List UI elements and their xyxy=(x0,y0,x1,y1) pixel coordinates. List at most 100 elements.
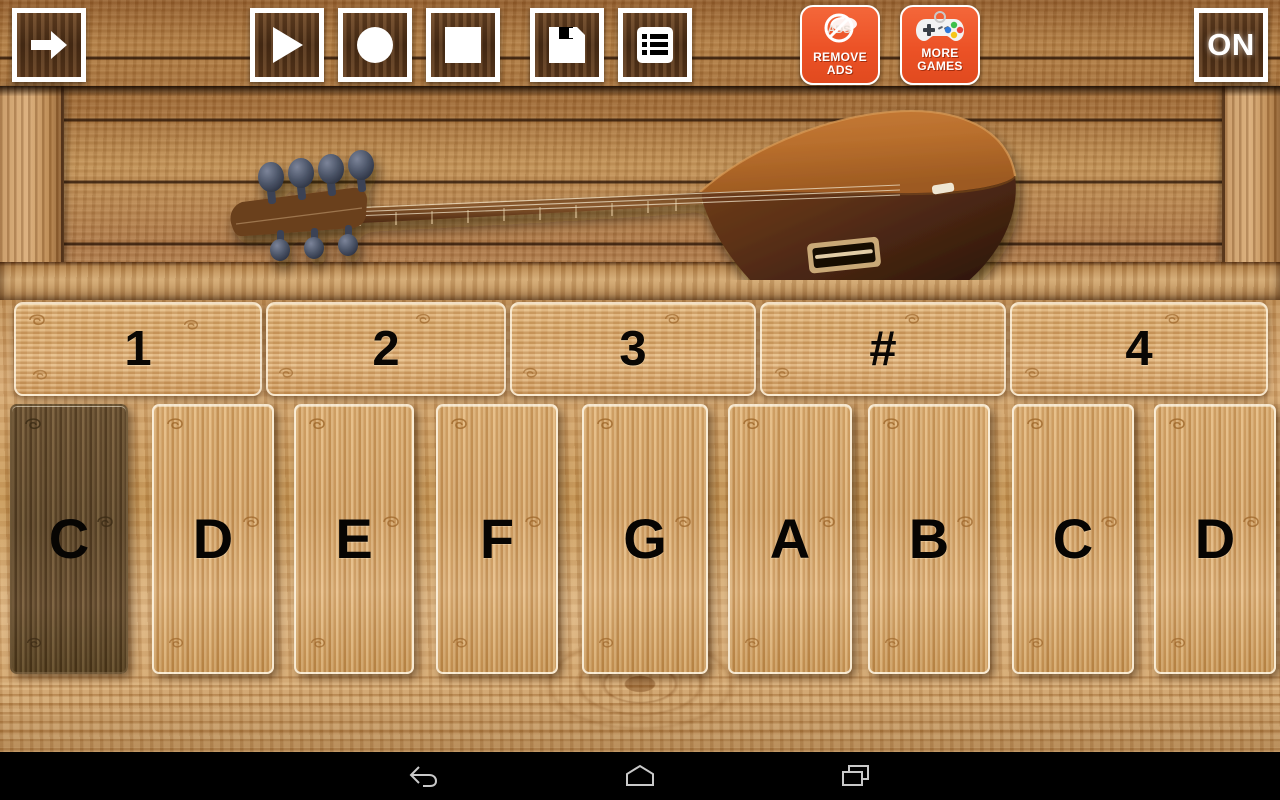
save-button[interactable] xyxy=(530,8,604,82)
remove-ads-button[interactable]: ADS REMOVE ADS xyxy=(800,5,880,85)
note-key-c-high-label: C xyxy=(1052,507,1094,570)
note-key-c-low-label: C xyxy=(48,507,90,570)
stop-button[interactable] xyxy=(426,8,500,82)
number-key-3-label: 3 xyxy=(619,321,647,376)
wood-knot-icon xyxy=(1028,637,1044,648)
nav-back-button[interactable] xyxy=(364,752,484,800)
wood-knot-icon xyxy=(168,637,184,648)
list-icon xyxy=(637,27,673,63)
wood-knot-icon xyxy=(774,367,790,378)
sound-toggle-button[interactable]: ON xyxy=(1194,8,1268,82)
number-key-2[interactable]: 2 xyxy=(266,302,506,396)
wood-knot-icon xyxy=(310,637,326,648)
wood-knot-icon xyxy=(598,637,614,648)
play-icon xyxy=(273,27,303,63)
wood-knot-icon xyxy=(1101,516,1117,528)
wood-knot-icon xyxy=(743,418,759,430)
wood-knot-icon xyxy=(819,516,835,528)
nav-home-button[interactable] xyxy=(580,752,700,800)
stop-icon xyxy=(445,27,481,63)
number-key-4[interactable]: 4 xyxy=(1010,302,1268,396)
note-key-e-label: E xyxy=(335,507,373,570)
recents-icon xyxy=(842,765,869,786)
wood-knot-icon xyxy=(309,418,325,430)
arrow-right-icon xyxy=(31,31,67,59)
list-button[interactable] xyxy=(618,8,692,82)
note-key-f[interactable]: F xyxy=(436,404,558,674)
wood-knot-icon xyxy=(883,418,899,430)
number-key-1-label: 1 xyxy=(124,321,152,376)
note-key-e[interactable]: E xyxy=(294,404,414,674)
note-key-c-low[interactable]: C xyxy=(10,404,128,674)
app-root: ADS REMOVE ADS xyxy=(0,0,1280,800)
wall-post-left xyxy=(0,86,64,266)
note-key-d-high[interactable]: D xyxy=(1154,404,1276,674)
note-key-d-low-label: D xyxy=(192,507,234,570)
wood-knot-icon xyxy=(525,516,541,528)
wood-knot-icon xyxy=(29,314,45,326)
wood-knot-icon xyxy=(675,516,691,528)
wood-knot-icon xyxy=(664,313,680,324)
number-key-sharp-label: # xyxy=(869,321,897,376)
wood-knot-icon xyxy=(97,516,113,528)
next-arrow-button[interactable] xyxy=(12,8,86,82)
note-key-b[interactable]: B xyxy=(868,404,990,674)
note-key-g[interactable]: G xyxy=(582,404,708,674)
toolbar: ADS REMOVE ADS xyxy=(0,0,1280,90)
number-key-sharp[interactable]: # xyxy=(760,302,1006,396)
more-games-line2: GAMES xyxy=(917,59,963,73)
wood-knot-icon xyxy=(452,637,468,648)
wood-knot-icon xyxy=(1024,367,1040,378)
sound-toggle-label: ON xyxy=(1207,27,1255,62)
android-navigation-bar xyxy=(0,752,1280,800)
number-key-2-label: 2 xyxy=(372,321,400,376)
more-games-button[interactable]: MORE GAMES xyxy=(900,5,980,85)
note-key-g-label: G xyxy=(623,507,667,570)
wood-knot-icon xyxy=(25,418,41,430)
number-key-3[interactable]: 3 xyxy=(510,302,756,396)
wood-knot-icon xyxy=(1243,516,1259,528)
wood-knot-icon xyxy=(183,319,199,330)
wood-knot-icon xyxy=(884,637,900,648)
note-key-c-high[interactable]: C xyxy=(1012,404,1134,674)
record-button[interactable] xyxy=(338,8,412,82)
number-key-4-label: 4 xyxy=(1125,321,1153,376)
wood-knot-icon xyxy=(167,418,183,430)
note-key-a-label: A xyxy=(769,507,811,570)
wall-post-right xyxy=(1222,86,1280,266)
wood-knot-icon xyxy=(957,516,973,528)
nav-recents-button[interactable] xyxy=(796,752,916,800)
note-key-f-label: F xyxy=(479,507,515,570)
note-key-d-high-label: D xyxy=(1194,507,1236,570)
home-icon xyxy=(626,764,654,786)
wood-knot-icon xyxy=(451,418,467,430)
note-key-a[interactable]: A xyxy=(728,404,852,674)
wood-knot-icon xyxy=(904,313,920,324)
wood-knot-icon xyxy=(1169,418,1185,430)
no-ads-icon: ADS xyxy=(824,13,857,43)
wood-knot-icon xyxy=(1170,637,1186,648)
number-key-1[interactable]: 1 xyxy=(14,302,262,396)
wood-knot-icon xyxy=(243,516,259,528)
record-icon xyxy=(357,27,393,63)
save-floppy-icon xyxy=(549,27,585,63)
note-key-d-low[interactable]: D xyxy=(152,404,274,674)
gamepad-icon xyxy=(916,11,964,41)
wood-knot-icon xyxy=(744,637,760,648)
wood-knot-icon xyxy=(32,369,48,380)
note-key-b-label: B xyxy=(908,507,950,570)
number-key-row: 1 2 3 # 4 xyxy=(0,302,1280,398)
remove-ads-line2: ADS xyxy=(826,63,854,77)
wood-knot-icon xyxy=(278,367,294,378)
wood-knot-icon xyxy=(1164,313,1180,324)
shelf-edge xyxy=(0,262,1280,304)
back-arrow-icon xyxy=(409,766,438,787)
wood-knot-icon xyxy=(522,367,538,378)
wood-knot-icon xyxy=(415,313,431,324)
wood-knot-icon xyxy=(383,516,399,528)
note-key-row: C D E F G A B C D xyxy=(0,404,1280,676)
wood-knot-icon xyxy=(597,418,613,430)
wood-knot-icon xyxy=(1027,418,1043,430)
play-button[interactable] xyxy=(250,8,324,82)
wood-knot-icon xyxy=(26,637,42,648)
